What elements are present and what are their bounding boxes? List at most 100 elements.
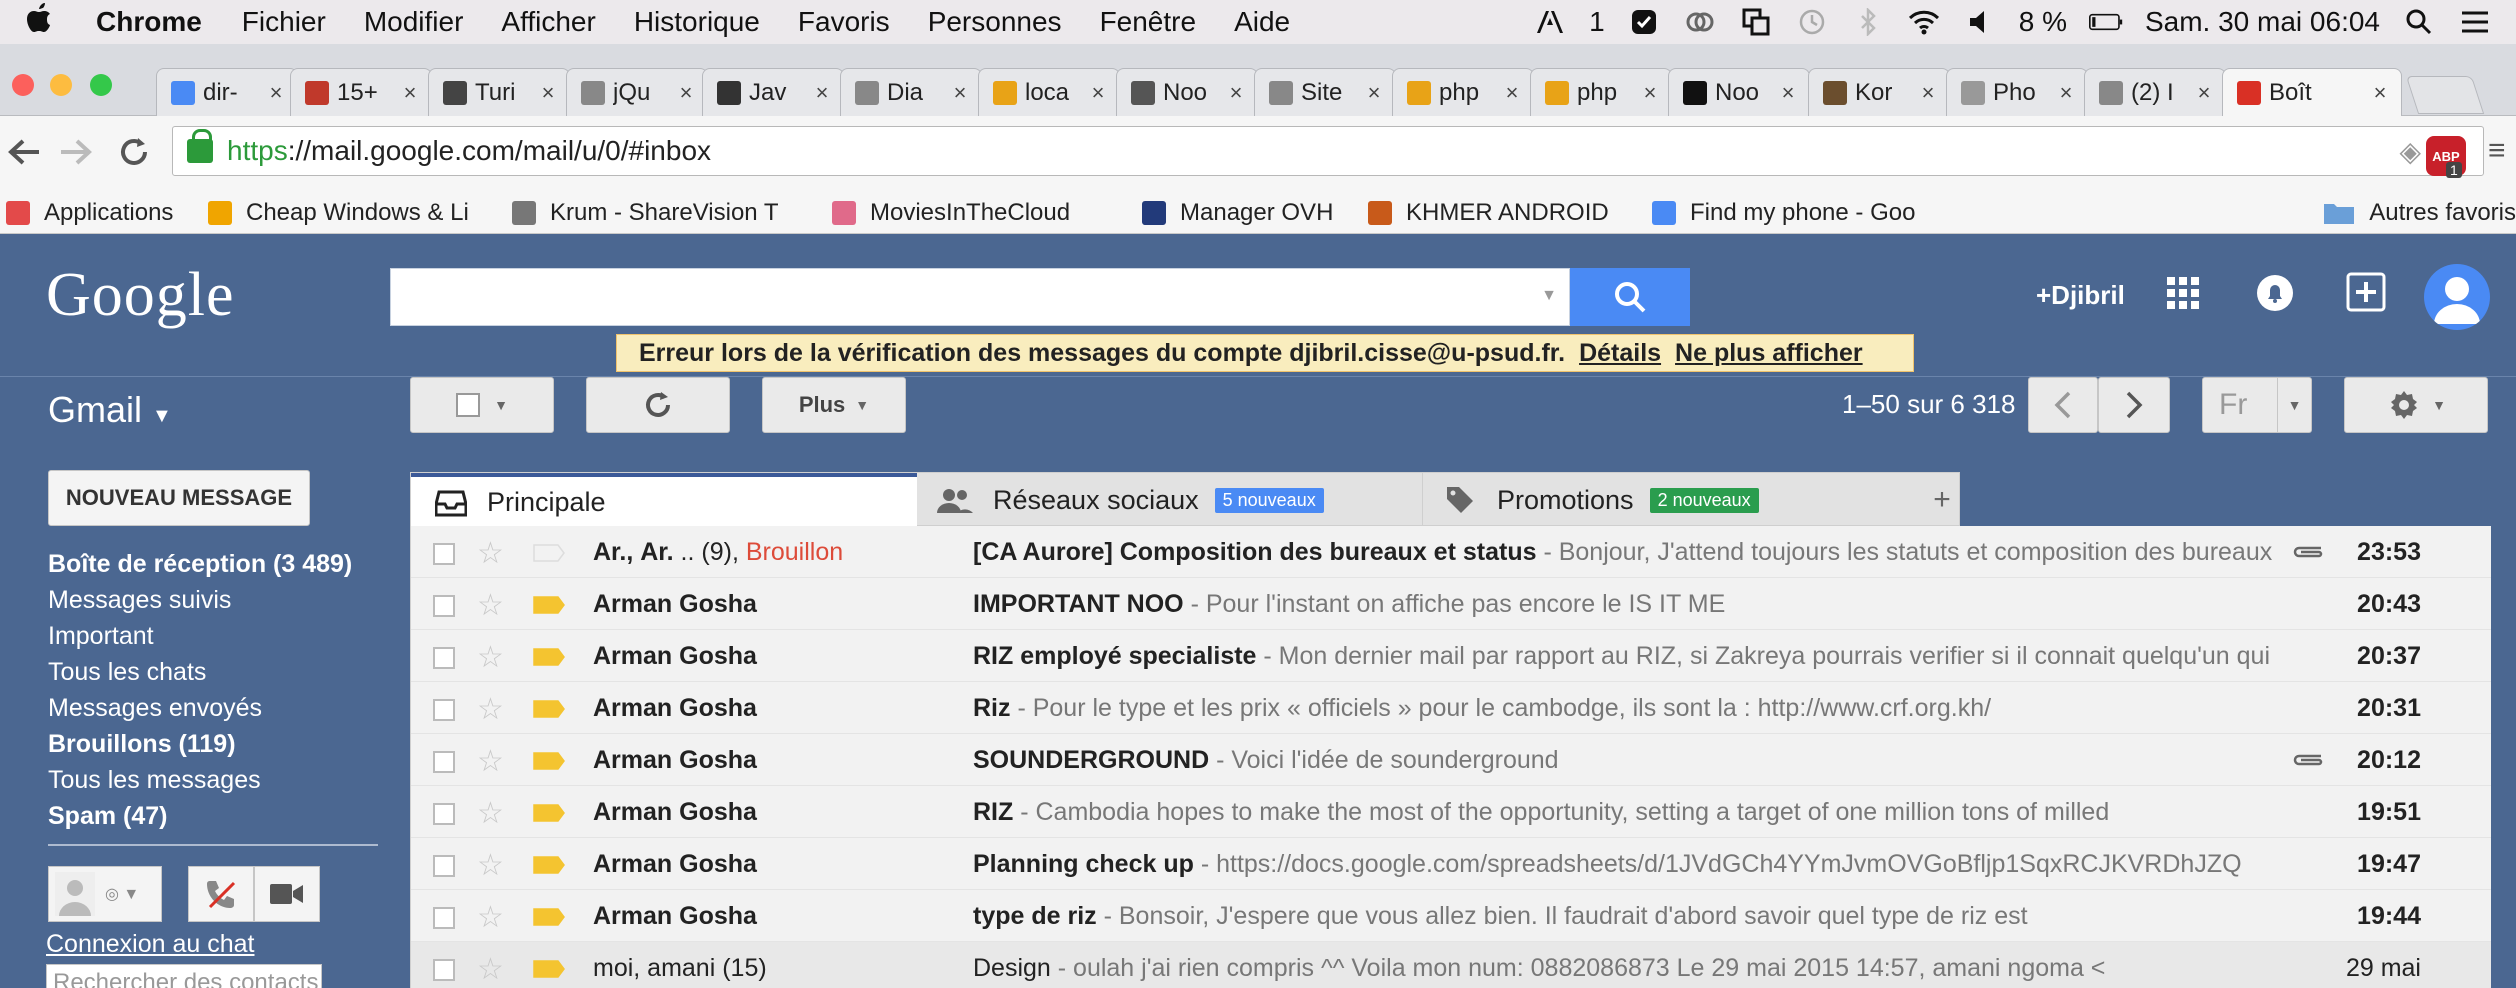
close-tab-icon[interactable]: × [537, 80, 559, 106]
menu-afficher[interactable]: Afficher [501, 6, 595, 38]
message-row[interactable]: ☆ moi, amani (15) Design - oulah j'ai rien… [411, 942, 2491, 988]
browser-tab[interactable]: 15+ × [290, 68, 432, 116]
star-icon[interactable]: ☆ [477, 536, 504, 571]
message-row[interactable]: ☆ Arman Gosha SOUNDERGROUND - Voici l'idée… [411, 734, 2491, 786]
importance-marker-icon[interactable] [533, 648, 565, 666]
search-button[interactable] [1570, 268, 1690, 326]
star-icon[interactable]: ☆ [477, 952, 504, 987]
compose-button[interactable]: NOUVEAU MESSAGE [48, 470, 310, 526]
browser-tab[interactable]: dir- × [156, 68, 298, 116]
battery-icon[interactable] [2088, 7, 2123, 37]
row-checkbox[interactable] [433, 959, 455, 981]
message-row[interactable]: ☆ Arman Gosha IMPORTANT NOO - Pour l'insta… [411, 578, 2491, 630]
bluetooth-icon[interactable] [1851, 7, 1885, 37]
tab-principale[interactable]: Principale [411, 473, 917, 528]
select-all-button[interactable]: ▼ [410, 377, 554, 433]
creative-cloud-icon[interactable] [1683, 7, 1717, 37]
message-row[interactable]: ☆ Arman Gosha Riz - Pour le type et les pr… [411, 682, 2491, 734]
forward-arrow-icon[interactable] [56, 132, 96, 172]
checkmark-shield-icon[interactable] [1627, 7, 1661, 37]
browser-tab[interactable]: Site × [1254, 68, 1396, 116]
importance-marker-icon[interactable] [533, 804, 565, 822]
browser-tab[interactable]: Noo × [1668, 68, 1810, 116]
browser-tab[interactable]: Kor × [1808, 68, 1950, 116]
contact-search-input[interactable]: Rechercher des contacts [46, 964, 322, 988]
chat-status-button[interactable]: ◎ ▼ [48, 866, 162, 922]
window-zoom-button[interactable] [90, 74, 112, 96]
volume-icon[interactable] [1963, 7, 1997, 37]
menu-modifier[interactable]: Modifier [364, 6, 464, 38]
close-tab-icon[interactable]: × [1501, 80, 1523, 106]
bookmark-item[interactable]: Applications [6, 199, 192, 227]
close-tab-icon[interactable]: × [265, 80, 287, 106]
row-checkbox[interactable] [433, 855, 455, 877]
notifications-bell-icon[interactable] [2256, 274, 2294, 312]
new-tab-button[interactable] [2405, 76, 2485, 114]
more-actions-button[interactable]: Plus ▼ [762, 377, 906, 433]
bookmark-item[interactable]: KHMER ANDROID [1368, 199, 1636, 227]
close-tab-icon[interactable]: × [1777, 80, 1799, 106]
menu-favoris[interactable]: Favoris [798, 6, 890, 38]
message-row[interactable]: ☆ Arman Gosha RIZ employé specialiste - Mo… [411, 630, 2491, 682]
refresh-button[interactable] [586, 377, 730, 433]
row-checkbox[interactable] [433, 803, 455, 825]
browser-tab[interactable]: Pho × [1946, 68, 2088, 116]
chat-signin-link[interactable]: Connexion au chat [46, 930, 254, 959]
close-tab-icon[interactable]: × [1363, 80, 1385, 106]
bookmark-item[interactable]: Cheap Windows & Li [208, 199, 496, 227]
close-tab-icon[interactable]: × [1225, 80, 1247, 106]
window-minimize-button[interactable] [50, 74, 72, 96]
row-checkbox[interactable] [433, 751, 455, 773]
account-avatar[interactable] [2424, 264, 2490, 330]
settings-button[interactable]: ▼ [2344, 377, 2488, 433]
importance-marker-icon[interactable] [533, 596, 565, 614]
browser-tab[interactable]: Noo × [1116, 68, 1258, 116]
notification-center-icon[interactable] [2458, 7, 2492, 37]
apps-grid-icon[interactable] [2166, 276, 2200, 310]
reload-icon[interactable] [114, 132, 154, 172]
close-tab-icon[interactable]: × [1087, 80, 1109, 106]
menu-historique[interactable]: Historique [634, 6, 760, 38]
menu-fichier[interactable]: Fichier [242, 6, 326, 38]
mail-search-input[interactable]: ▼ [390, 268, 1570, 326]
gmail-product-menu[interactable]: Gmail ▼ [48, 389, 172, 431]
search-options-caret-icon[interactable]: ▼ [1541, 287, 1557, 305]
close-tab-icon[interactable]: × [675, 80, 697, 106]
input-tools-button[interactable]: Fr ▼ [2202, 377, 2312, 433]
next-page-button[interactable] [2098, 377, 2170, 433]
row-checkbox[interactable] [433, 699, 455, 721]
lock-icon[interactable] [187, 129, 213, 163]
tab-reseaux-sociaux[interactable]: Réseaux sociaux 5 nouveaux [917, 473, 1423, 527]
importance-marker-icon[interactable] [533, 908, 565, 926]
browser-tab[interactable]: Boît × [2222, 68, 2402, 117]
star-icon[interactable]: ☆ [477, 900, 504, 935]
importance-marker-icon[interactable] [533, 544, 565, 562]
menu-personnes[interactable]: Personnes [928, 6, 1062, 38]
menu-fenetre[interactable]: Fenêtre [1100, 6, 1197, 38]
adobe-icon[interactable] [1533, 7, 1567, 37]
google-logo[interactable]: Google [46, 260, 235, 331]
bookmark-item[interactable]: Manager OVH [1142, 199, 1352, 227]
star-icon[interactable]: ☆ [477, 588, 504, 623]
close-tab-icon[interactable]: × [949, 80, 971, 106]
time-machine-icon[interactable] [1795, 7, 1829, 37]
input-tools-caret-icon[interactable]: ▼ [2277, 378, 2311, 432]
importance-marker-icon[interactable] [533, 752, 565, 770]
row-checkbox[interactable] [433, 543, 455, 565]
star-icon[interactable]: ☆ [477, 744, 504, 779]
close-tab-icon[interactable]: × [2055, 80, 2077, 106]
importance-marker-icon[interactable] [533, 960, 565, 978]
extension-diamond-icon[interactable]: ◈ [2399, 135, 2421, 168]
star-icon[interactable]: ☆ [477, 692, 504, 727]
message-row[interactable]: ☆ Arman Gosha Planning check up - https://… [411, 838, 2491, 890]
browser-tab[interactable]: php × [1530, 68, 1672, 116]
close-tab-icon[interactable]: × [1639, 80, 1661, 106]
error-details-link[interactable]: Détails [1579, 339, 1661, 368]
importance-marker-icon[interactable] [533, 856, 565, 874]
importance-marker-icon[interactable] [533, 700, 565, 718]
browser-tab[interactable]: jQu × [566, 68, 708, 116]
close-tab-icon[interactable]: × [1917, 80, 1939, 106]
menu-aide[interactable]: Aide [1234, 6, 1290, 38]
sidebar-nav-item[interactable]: Spam (47) [48, 798, 378, 834]
close-tab-icon[interactable]: × [811, 80, 833, 106]
